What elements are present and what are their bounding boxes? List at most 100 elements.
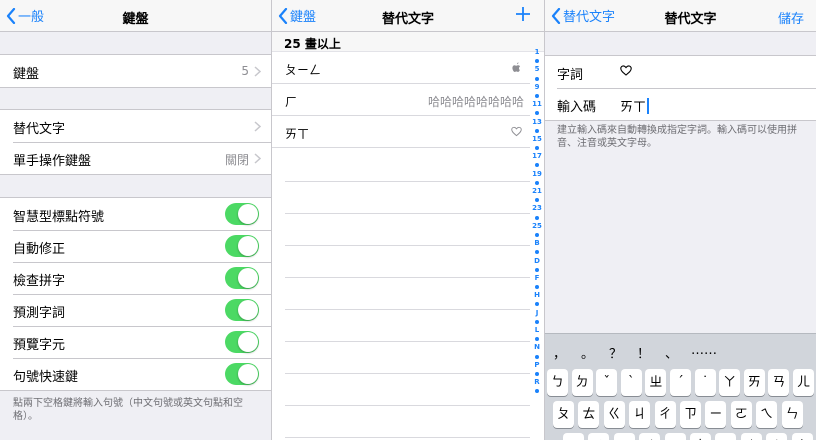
index-dot[interactable] [530, 317, 544, 326]
index-dot[interactable] [530, 144, 544, 153]
index-dot[interactable] [530, 265, 544, 274]
index-dot[interactable] [530, 178, 544, 187]
index-letter[interactable]: 15 [530, 135, 544, 144]
keyboard-key[interactable]: ㄦ [793, 369, 814, 396]
candidate-item[interactable]: 。 [581, 343, 594, 362]
index-letter[interactable]: J [530, 309, 544, 318]
candidate-item[interactable]: ？ [609, 343, 622, 362]
phrase-field[interactable] [620, 64, 632, 79]
auto-correction-toggle[interactable] [225, 235, 259, 257]
character-preview-toggle[interactable] [225, 331, 259, 353]
index-dot[interactable] [530, 161, 544, 170]
keyboard-key[interactable]: ㄜ [740, 433, 762, 440]
index-dot[interactable] [530, 248, 544, 257]
keyboard-key[interactable]: ㄋ [588, 433, 610, 440]
keyboard-key[interactable]: ㄘ [690, 433, 711, 440]
smart-punctuation-toggle[interactable] [225, 203, 259, 225]
candidate-item[interactable]: …… [691, 343, 717, 358]
index-letter[interactable]: R [530, 378, 544, 387]
index-letter[interactable]: 5 [530, 65, 544, 74]
index-letter[interactable]: 11 [530, 100, 544, 109]
list-item[interactable]: ㄞㄒ [272, 116, 530, 148]
nav-bar: 一般 鍵盤 [0, 0, 271, 32]
index-dot[interactable] [530, 109, 544, 118]
keyboard-key[interactable]: ㄎ [613, 433, 635, 440]
keyboard-key[interactable]: ㄊ [578, 401, 600, 428]
candidate-item[interactable]: ， [553, 343, 566, 362]
period-shortcut-toggle[interactable] [225, 363, 259, 385]
index-letter[interactable]: P [530, 361, 544, 370]
index-letter[interactable]: 1 [530, 48, 544, 57]
index-dot[interactable] [530, 57, 544, 66]
keyboard-key[interactable]: ㄕ [664, 433, 686, 440]
index-letter[interactable]: 23 [530, 204, 544, 213]
keyboard-key[interactable]: ㄨ [715, 433, 737, 440]
keyboard-key[interactable]: ㄧ [705, 401, 727, 428]
index-dot[interactable] [530, 213, 544, 222]
index-dot[interactable] [530, 335, 544, 344]
keyboard-key[interactable]: ㄇ [563, 433, 584, 440]
keyboard-key[interactable]: ㄢ [768, 369, 790, 396]
keyboard-key[interactable]: ㄆ [553, 401, 574, 428]
keyboard-key[interactable]: ㄔ [654, 401, 676, 428]
keyboard-key[interactable]: ㄉ [571, 369, 593, 396]
keyboard-key[interactable]: ㄗ [680, 401, 701, 428]
text-replacement-row[interactable]: 替代文字 [0, 110, 271, 142]
index-letter[interactable]: 9 [530, 83, 544, 92]
index-letter[interactable]: 19 [530, 170, 544, 179]
keyboard-key[interactable]: ㄛ [730, 401, 752, 428]
keyboard-key[interactable]: ㄟ [756, 401, 778, 428]
index-dot[interactable] [530, 196, 544, 205]
list-item[interactable]: ㄏ 哈哈哈哈哈哈哈哈 [272, 84, 530, 116]
predictive-toggle[interactable] [225, 299, 259, 321]
index-letter[interactable]: N [530, 343, 544, 352]
index-dot[interactable] [530, 300, 544, 309]
page-title: 替代文字 [664, 12, 717, 27]
phrase-field-row[interactable]: 字詞 [545, 56, 816, 88]
index-dot[interactable] [530, 352, 544, 361]
index-letter[interactable]: 17 [530, 152, 544, 161]
shortcut-field[interactable]: ㄞㄒ [620, 96, 649, 115]
keyboard-key[interactable]: ㄤ [791, 433, 813, 440]
keyboard-key[interactable]: ㄅ [547, 369, 568, 396]
index-letter[interactable]: 21 [530, 187, 544, 196]
one-handed-keyboard-row[interactable]: 單手操作鍵盤 關閉 [0, 142, 271, 174]
index-dot[interactable] [530, 91, 544, 100]
index-letter[interactable]: 25 [530, 222, 544, 231]
index-dot[interactable] [530, 74, 544, 83]
row-label: 預測字詞 [13, 306, 66, 321]
save-button[interactable]: 儲存 [778, 8, 804, 27]
keyboard-key[interactable]: ˙ [694, 369, 716, 396]
index-letter[interactable]: L [530, 326, 544, 335]
index-letter[interactable]: D [530, 257, 544, 266]
add-icon[interactable] [516, 7, 530, 21]
keyboard-key[interactable]: ˊ [670, 369, 691, 396]
keyboard-key[interactable]: ㄍ [603, 401, 625, 428]
candidate-item[interactable]: 、 [665, 343, 678, 362]
index-dot[interactable] [530, 369, 544, 378]
index-letter[interactable]: B [530, 239, 544, 248]
index-dot[interactable] [530, 230, 544, 239]
index-letter[interactable]: F [530, 274, 544, 283]
row-label: 檢查拼字 [13, 274, 66, 289]
section-index-bar[interactable]: 1 5 9 11 13 15 17 19 21 23 25 B D F H J L N P R [530, 48, 544, 396]
keyboard-key[interactable]: ㄐ [629, 401, 651, 428]
index-letter[interactable]: H [530, 291, 544, 300]
check-spelling-toggle[interactable] [225, 267, 259, 289]
keyboard-key[interactable]: ㄓ [645, 369, 667, 396]
index-dot[interactable] [530, 387, 544, 396]
candidate-item[interactable]: ！ [637, 343, 650, 362]
shortcut-field-row[interactable]: 輸入碼 ㄞㄒ [545, 88, 816, 120]
keyboard-key[interactable]: ㄚ [719, 369, 741, 396]
list-item[interactable]: ㄆㄧㄥ [272, 52, 530, 84]
keyboards-row[interactable]: 鍵盤 5 [0, 55, 271, 87]
keyboard-key[interactable]: ˇ [596, 369, 618, 396]
keyboard-key[interactable]: ˋ [620, 369, 642, 396]
index-dot[interactable] [530, 283, 544, 292]
keyboard-key[interactable]: ㄞ [743, 369, 765, 396]
keyboard-key[interactable]: ㄑ [639, 433, 661, 440]
index-dot[interactable] [530, 126, 544, 135]
keyboard-key[interactable]: ㄣ [781, 401, 803, 428]
keyboard-key[interactable]: ㄠ [766, 433, 788, 440]
index-letter[interactable]: 13 [530, 118, 544, 127]
